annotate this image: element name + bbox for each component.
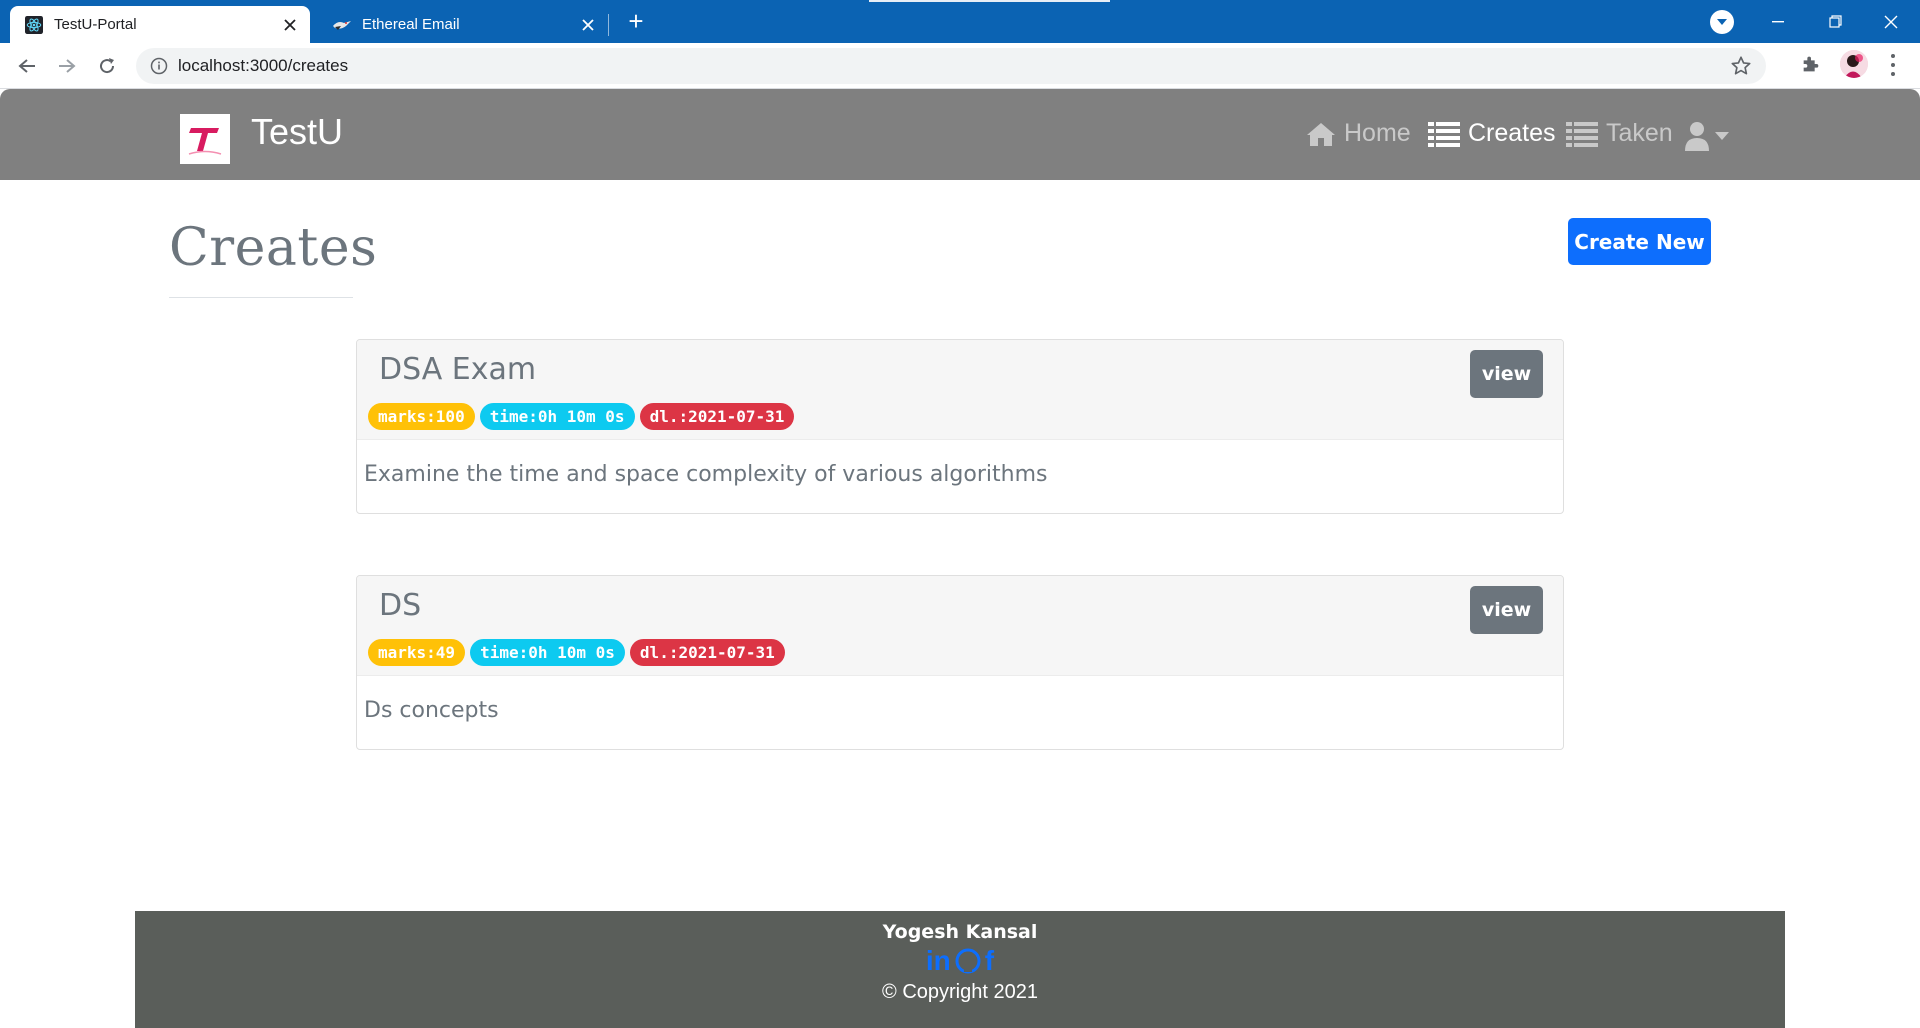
tab-ethereal-email[interactable]: Ethereal Email bbox=[318, 6, 608, 43]
test-title: DSA Exam bbox=[379, 352, 537, 387]
nav-link-home[interactable]: Home bbox=[1306, 119, 1411, 148]
close-tab-icon[interactable] bbox=[576, 13, 600, 37]
marks-badge: marks:49 bbox=[368, 639, 466, 666]
reload-icon[interactable] bbox=[92, 51, 122, 81]
time-badge: time:0h 10m 0s bbox=[479, 403, 635, 430]
nav-link-taken[interactable]: Taken bbox=[1566, 119, 1673, 148]
view-button[interactable]: view bbox=[1470, 586, 1543, 634]
time-badge: time:0h 10m 0s bbox=[470, 639, 625, 666]
react-icon bbox=[24, 15, 44, 35]
view-button[interactable]: view bbox=[1470, 350, 1543, 398]
browser-tabstrip: TestU-Portal Ethereal Email + bbox=[0, 0, 1920, 43]
list-icon bbox=[1566, 121, 1598, 147]
home-icon bbox=[1307, 122, 1335, 146]
marks-badge: marks:100 bbox=[368, 403, 475, 430]
tabstrip-highlight bbox=[869, 0, 1110, 2]
test-card: DS marks:49 time:0h 10m 0s dl.:2021-07-3… bbox=[356, 575, 1564, 750]
author-name: Yogesh Kansal bbox=[882, 921, 1038, 943]
forward-icon[interactable] bbox=[52, 51, 82, 81]
create-new-button[interactable]: Create New bbox=[1568, 218, 1711, 265]
browser-toolbar: localhost:3000/creates bbox=[0, 43, 1920, 89]
social-links: in f bbox=[135, 947, 1785, 975]
nav-link-creates[interactable]: Creates bbox=[1428, 119, 1556, 148]
nav-link-label: Home bbox=[1344, 119, 1411, 147]
close-window-icon[interactable] bbox=[1862, 0, 1920, 43]
back-icon[interactable] bbox=[12, 51, 42, 81]
caret-down-icon bbox=[1715, 132, 1729, 140]
facebook-icon[interactable]: f bbox=[985, 947, 994, 975]
list-icon bbox=[1428, 121, 1460, 147]
new-tab-icon[interactable]: + bbox=[622, 8, 650, 36]
title-underline bbox=[169, 297, 353, 298]
info-icon[interactable] bbox=[150, 57, 168, 75]
test-card: DSA Exam marks:100 time:0h 10m 0s dl.:20… bbox=[356, 339, 1564, 514]
extensions-puzzle-icon[interactable] bbox=[1800, 53, 1824, 77]
deadline-badge: dl.:2021-07-31 bbox=[639, 403, 795, 430]
brand-name[interactable]: TestU bbox=[251, 111, 343, 153]
chevron-down-icon[interactable] bbox=[1710, 10, 1734, 34]
address-bar[interactable]: localhost:3000/creates bbox=[136, 48, 1766, 84]
test-badges: marks:100 time:0h 10m 0s dl.:2021-07-31 bbox=[368, 403, 795, 430]
github-icon[interactable] bbox=[955, 947, 981, 975]
testu-logo[interactable] bbox=[180, 114, 230, 164]
nav-link-label: Taken bbox=[1606, 119, 1673, 147]
copyright-text: © Copyright 2021 bbox=[882, 981, 1038, 1003]
nav-link-label: Creates bbox=[1468, 119, 1556, 147]
ethereal-bird-icon bbox=[332, 15, 352, 35]
bookmark-star-icon[interactable] bbox=[1730, 55, 1752, 77]
tab-title: TestU-Portal bbox=[54, 16, 137, 33]
test-badges: marks:49 time:0h 10m 0s dl.:2021-07-31 bbox=[368, 639, 785, 666]
profile-avatar[interactable] bbox=[1840, 50, 1868, 78]
tab-separator bbox=[608, 14, 609, 36]
minimize-icon[interactable] bbox=[1749, 0, 1807, 43]
page-title: Creates bbox=[169, 218, 378, 278]
app-navbar: TestU Home Creates Taken bbox=[0, 89, 1920, 180]
restore-icon[interactable] bbox=[1806, 0, 1864, 43]
browser-menu-icon[interactable] bbox=[1886, 52, 1900, 78]
card-header: DSA Exam marks:100 time:0h 10m 0s dl.:20… bbox=[357, 340, 1563, 440]
tab-title: Ethereal Email bbox=[362, 16, 460, 33]
card-header: DS marks:49 time:0h 10m 0s dl.:2021-07-3… bbox=[357, 576, 1563, 676]
user-menu-toggle[interactable] bbox=[1685, 121, 1729, 151]
test-description: Examine the time and space complexity of… bbox=[364, 462, 1048, 487]
user-icon bbox=[1685, 122, 1709, 151]
linkedin-icon[interactable]: in bbox=[926, 947, 951, 975]
tab-testu-portal[interactable]: TestU-Portal bbox=[10, 6, 310, 43]
deadline-badge: dl.:2021-07-31 bbox=[629, 639, 785, 666]
footer: Yogesh Kansal in f © Copyright 2021 bbox=[135, 911, 1785, 1028]
test-description: Ds concepts bbox=[364, 698, 499, 723]
url-text[interactable]: localhost:3000/creates bbox=[178, 56, 348, 76]
test-title: DS bbox=[379, 588, 422, 623]
close-tab-icon[interactable] bbox=[278, 13, 302, 37]
